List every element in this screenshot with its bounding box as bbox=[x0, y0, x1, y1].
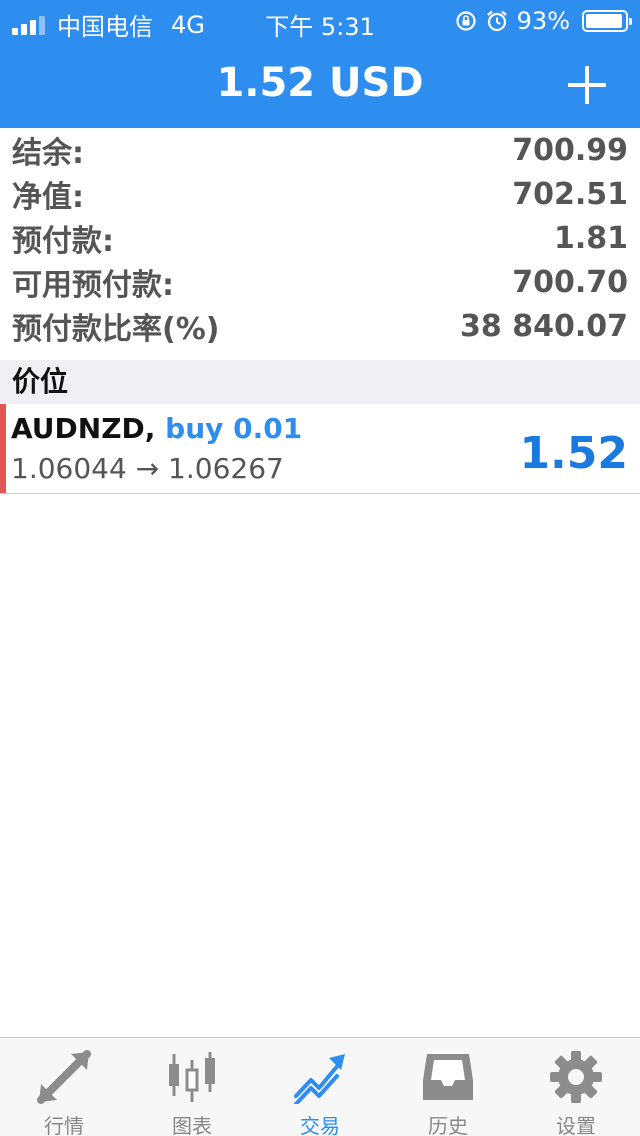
position-row[interactable]: AUDNZD, buy 0.01 1.06044 → 1.06267 1.52 bbox=[0, 404, 640, 494]
app-header: 中国电信 4G 下午 5:31 93% 1.52 USD bbox=[0, 0, 640, 128]
tab-quotes[interactable]: 行情 bbox=[0, 1038, 128, 1136]
tab-label: 图表 bbox=[172, 1114, 212, 1136]
summary-label: 预付款: bbox=[12, 224, 114, 259]
summary-value: 700.99 bbox=[512, 132, 628, 168]
position-type: buy 0.01 bbox=[165, 412, 303, 445]
tab-history[interactable]: 历史 bbox=[384, 1038, 512, 1136]
summary-row-balance: 结余: 700.99 bbox=[0, 128, 640, 172]
status-right: 93% bbox=[455, 7, 632, 35]
summary-row-equity: 净值: 702.51 bbox=[0, 172, 640, 216]
position-marker bbox=[0, 404, 6, 493]
summary-row-free-margin: 可用预付款: 700.70 bbox=[0, 260, 640, 304]
summary-value: 1.81 bbox=[553, 220, 628, 256]
status-bar: 中国电信 4G 下午 5:31 93% bbox=[0, 0, 640, 41]
tab-trade[interactable]: 交易 bbox=[256, 1038, 384, 1136]
summary-value: 700.70 bbox=[512, 264, 628, 300]
gear-icon bbox=[550, 1051, 602, 1103]
position-prices: 1.06044 → 1.06267 bbox=[11, 452, 284, 485]
orientation-lock-icon bbox=[456, 11, 476, 31]
summary-label: 净值: bbox=[12, 180, 84, 215]
quotes-arrows-icon bbox=[37, 1050, 91, 1104]
summary-value: 702.51 bbox=[512, 176, 628, 212]
tab-label: 历史 bbox=[428, 1114, 468, 1136]
candlestick-chart-icon bbox=[169, 1052, 215, 1102]
tab-settings[interactable]: 设置 bbox=[512, 1038, 640, 1136]
tab-charts[interactable]: 图表 bbox=[128, 1038, 256, 1136]
summary-row-margin: 预付款: 1.81 bbox=[0, 216, 640, 260]
position-profit: 1.52 bbox=[519, 428, 628, 479]
positions-section-header: 价位 bbox=[0, 360, 640, 404]
history-inbox-icon bbox=[423, 1054, 473, 1100]
account-summary: 结余: 700.99 净值: 702.51 预付款: 1.81 可用预付款: 7… bbox=[0, 128, 640, 348]
trade-trend-icon bbox=[294, 1054, 345, 1104]
alarm-icon bbox=[486, 10, 507, 32]
position-header: AUDNZD, buy 0.01 bbox=[11, 412, 302, 445]
tab-label: 行情 bbox=[44, 1114, 84, 1136]
tab-bar: 行情 图表 交易 历史 设置 bbox=[0, 1037, 640, 1136]
position-symbol: AUDNZD, bbox=[11, 412, 156, 445]
tab-label: 设置 bbox=[556, 1114, 596, 1136]
battery-icon bbox=[582, 10, 632, 32]
add-order-button[interactable] bbox=[568, 66, 606, 104]
page-title: 1.52 USD bbox=[216, 60, 424, 106]
summary-label: 结余: bbox=[12, 136, 84, 171]
battery-percent: 93% bbox=[516, 7, 570, 35]
tab-label: 交易 bbox=[300, 1114, 340, 1136]
summary-label: 可用预付款: bbox=[12, 268, 174, 303]
summary-value: 38 840.07 bbox=[460, 308, 628, 344]
summary-label: 预付款比率(%) bbox=[12, 312, 220, 347]
summary-row-margin-level: 预付款比率(%) 38 840.07 bbox=[0, 304, 640, 348]
